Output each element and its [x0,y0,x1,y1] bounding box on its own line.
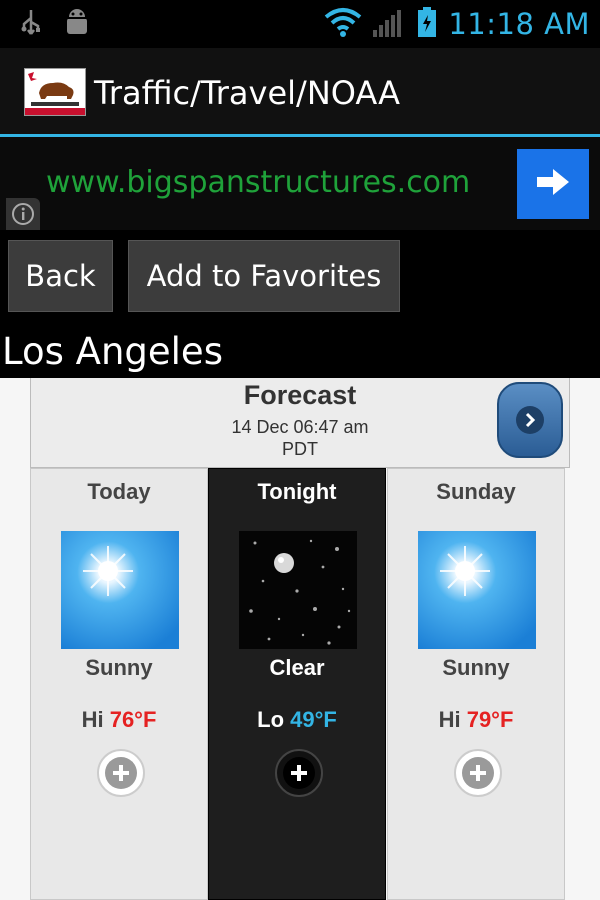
ad-banner[interactable]: www.bigspanstructures.com [0,137,600,230]
forecast-period-tonight: Tonight Clear Lo 49°F [208,468,386,900]
forecast-date: 14 Dec 06:47 am [231,417,369,437]
period-name: Tonight [257,479,337,504]
expand-today-button[interactable] [97,749,145,797]
period-condition: Sunny [85,655,153,680]
temp-value: 76°F [109,707,157,732]
back-button[interactable]: Back [8,240,113,312]
add-to-favorites-button[interactable]: Add to Favorites [128,240,400,312]
status-bar: 11:18 AM [0,0,600,48]
forecast-timezone: PDT [282,439,318,459]
forecast-header: Forecast 14 Dec 06:47 am PDT [30,378,570,468]
forecast-timestamp: 14 Dec 06:47 am PDT [31,416,569,460]
chevron-right-icon [516,406,544,434]
wifi-icon [324,7,362,41]
android-debug-icon [62,8,92,42]
city-name: Los Angeles [2,330,223,373]
signal-icon [372,6,406,42]
info-icon[interactable] [6,198,40,230]
sunny-icon [418,531,536,649]
forecast-period-sunday: Sunday Sunny Hi 79°F [387,468,565,900]
forecast-periods: Today Sunny Hi 76°F Tonight Clear Lo 49°… [30,468,570,900]
action-bar: Traffic/Travel/NOAA [0,48,600,137]
ad-arrow-button[interactable] [517,149,589,219]
clear-night-icon [239,531,357,649]
expand-tonight-button[interactable] [275,749,323,797]
plus-icon [462,757,494,789]
period-condition: Clear [269,655,325,680]
period-name: Today [87,479,151,504]
temp-label: Lo [257,707,285,732]
app-title: Traffic/Travel/NOAA [94,74,401,112]
usb-icon [18,8,44,42]
clock: 11:18 AM [448,7,590,41]
temp-label: Hi [438,707,461,732]
sunny-icon [61,531,179,649]
battery-icon [416,6,438,42]
plus-icon [283,757,315,789]
temp-label: Hi [81,707,104,732]
period-temperature: Hi 79°F [388,707,564,733]
forecast-panel: Forecast 14 Dec 06:47 am PDT Today Sunny… [0,378,600,900]
forecast-next-button[interactable] [497,382,563,458]
expand-sunday-button[interactable] [454,749,502,797]
temp-value: 49°F [290,707,337,732]
california-flag-logo [24,68,86,116]
arrow-right-icon [535,167,571,201]
forecast-period-today: Today Sunny Hi 76°F [30,468,208,900]
ad-link[interactable]: www.bigspanstructures.com [46,165,470,200]
forecast-title: Forecast [243,380,357,410]
period-temperature: Lo 49°F [209,707,385,733]
plus-icon [105,757,137,789]
period-name: Sunday [436,479,516,504]
period-temperature: Hi 76°F [31,707,207,733]
temp-value: 79°F [466,707,514,732]
period-condition: Sunny [442,655,510,680]
